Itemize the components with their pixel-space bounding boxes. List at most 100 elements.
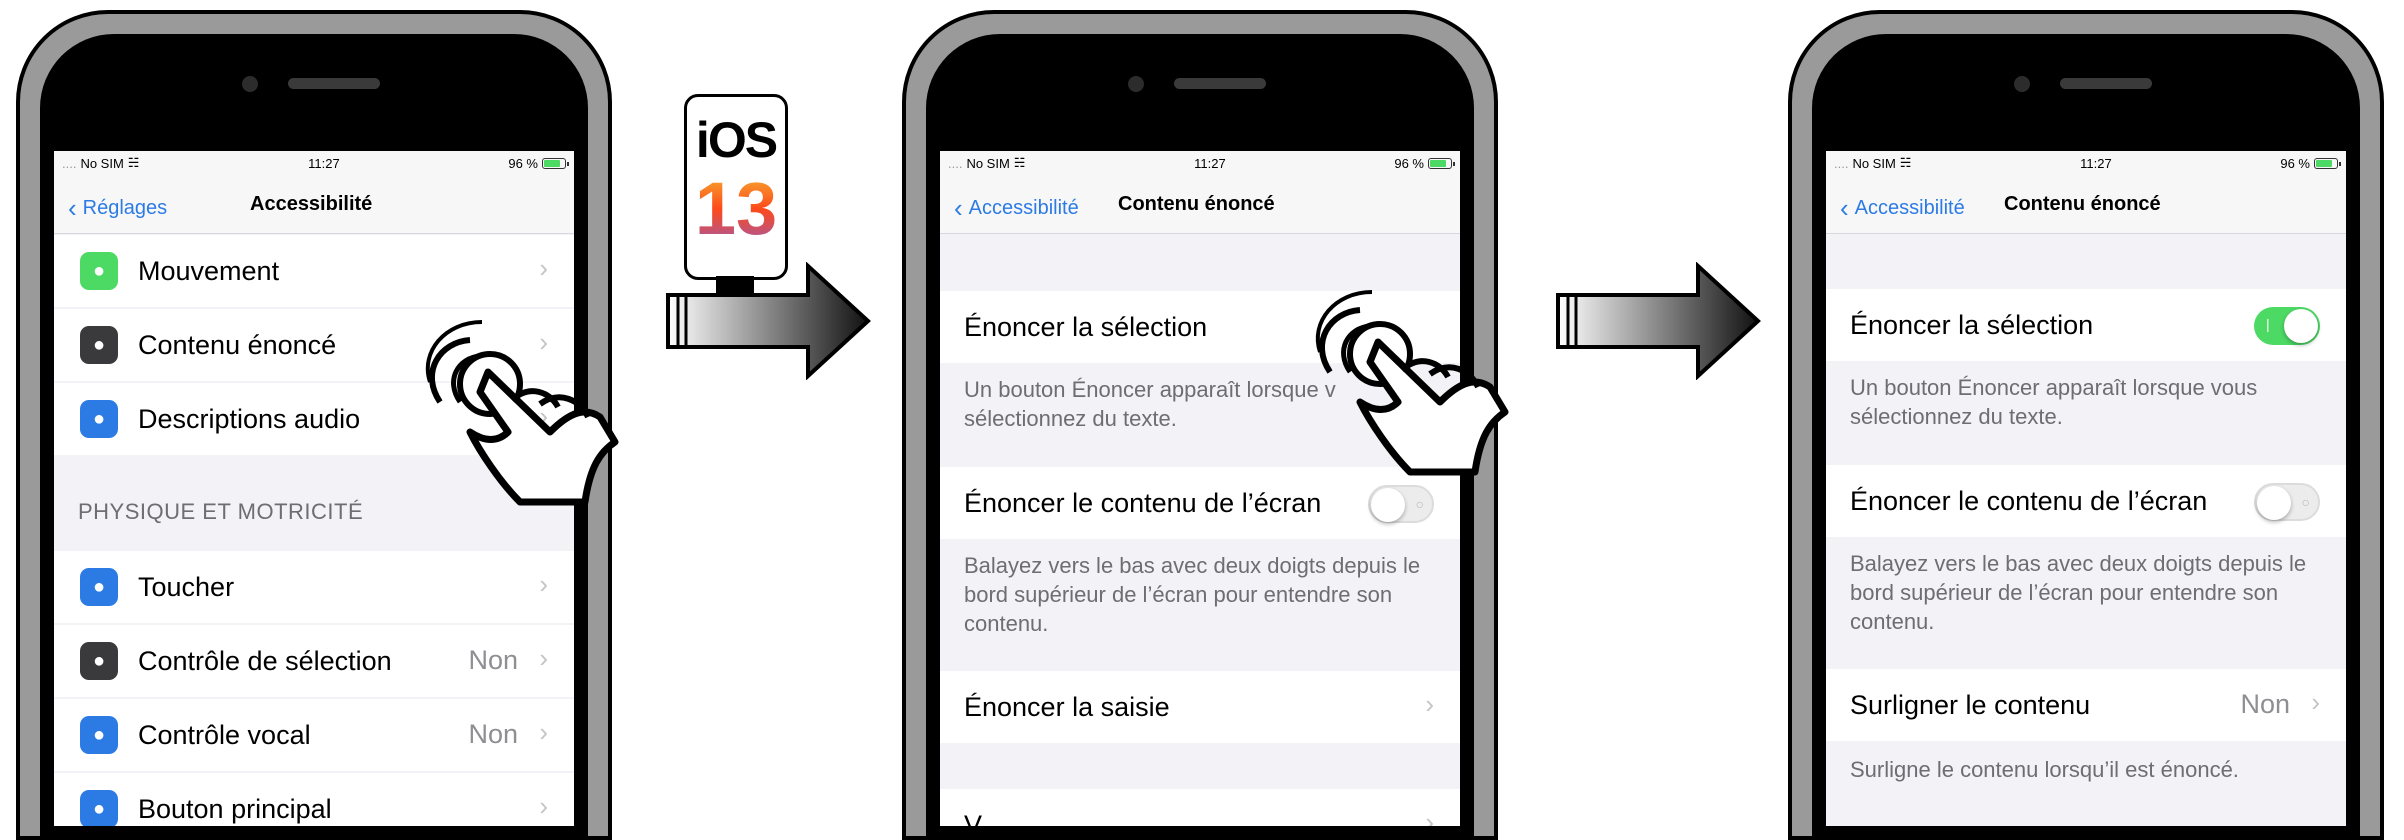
row-label: Descriptions audio bbox=[138, 403, 361, 434]
chevron-right-icon: › bbox=[1425, 807, 1434, 826]
carrier-label: No SIM bbox=[80, 155, 124, 171]
settings-row[interactable]: ● Toucher › bbox=[54, 551, 574, 623]
toggle-knob bbox=[2284, 309, 2318, 343]
chevron-right-icon: › bbox=[539, 643, 548, 673]
status-bar: .... No SIM ☵ 11:27 96 % bbox=[940, 151, 1460, 175]
page-title: Accessibilité bbox=[250, 193, 373, 215]
speak-screen-toggle[interactable]: ○ bbox=[1368, 485, 1434, 523]
row-label: Bouton principal bbox=[138, 793, 332, 824]
battery-icon bbox=[541, 157, 569, 169]
row-label: Énoncer la saisie bbox=[964, 691, 1170, 722]
row-label: Surligner le contenu bbox=[1850, 689, 2091, 720]
back-button[interactable]: ‹ Accessibilité bbox=[1840, 193, 1965, 224]
navigation-bar: ‹ Accessibilité Contenu énoncé bbox=[1826, 175, 2346, 234]
carrier-label: No SIM bbox=[966, 155, 1010, 171]
arrow-right-icon bbox=[666, 262, 871, 380]
page-title: Contenu énoncé bbox=[1118, 193, 1275, 215]
back-button[interactable]: ‹ Accessibilité bbox=[954, 193, 1079, 224]
front-camera bbox=[242, 76, 258, 92]
touch-icon: ● bbox=[80, 568, 118, 606]
row-label: Énoncer le contenu de l’écran bbox=[964, 487, 1322, 518]
row-label: Toucher bbox=[138, 571, 235, 602]
signal-dots-icon: .... bbox=[1834, 155, 1849, 171]
row-label: Contenu énoncé bbox=[138, 329, 337, 360]
chevron-left-icon: ‹ bbox=[1840, 193, 1849, 223]
battery-percent: 96 % bbox=[2280, 155, 2310, 171]
speak-screen-footer: Balayez vers le bas avec deux doigts dep… bbox=[964, 553, 1421, 636]
chevron-right-icon: › bbox=[539, 717, 548, 747]
toggle-off-mark-icon: ○ bbox=[2301, 494, 2310, 510]
chevron-left-icon: ‹ bbox=[68, 193, 77, 223]
toggle-off-mark-icon: ○ bbox=[1415, 496, 1424, 512]
speak-selection-footer: Un bouton Énoncer apparaît lorsque vous … bbox=[1850, 375, 2258, 429]
section-header: PHYSIQUE ET MOTRICITÉ bbox=[78, 499, 364, 524]
row-label: Mouvement bbox=[138, 255, 280, 286]
navigation-bar: ‹ Réglages Accessibilité bbox=[54, 175, 574, 234]
ios13-badge: iOS 13 bbox=[684, 94, 788, 280]
switch-control-icon: ● bbox=[80, 642, 118, 680]
chevron-right-icon: › bbox=[539, 253, 548, 283]
chevron-left-icon: ‹ bbox=[954, 193, 963, 223]
spoken-content-icon: ● bbox=[80, 326, 118, 364]
ios-label: iOS bbox=[695, 112, 778, 168]
row-value: Non bbox=[2240, 689, 2290, 719]
row-label: V bbox=[964, 809, 983, 827]
row-label: Énoncer la sélection bbox=[964, 311, 1208, 342]
front-camera bbox=[2014, 76, 2030, 92]
toggle-knob bbox=[2257, 486, 2291, 520]
speak-screen-footer: Balayez vers le bas avec deux doigts dep… bbox=[1850, 551, 2307, 634]
chevron-right-icon: › bbox=[1425, 689, 1434, 719]
back-label: Réglages bbox=[82, 197, 168, 219]
status-time: 11:27 bbox=[2080, 155, 2112, 171]
battery-icon bbox=[1427, 157, 1455, 169]
status-bar: .... No SIM ☵ 11:27 96 % bbox=[54, 151, 574, 175]
speak-selection-row[interactable]: Énoncer la sélection | bbox=[1826, 289, 2346, 361]
typing-feedback-row[interactable]: Énoncer la saisie › bbox=[940, 671, 1460, 743]
tap-gesture-hand-icon bbox=[425, 320, 619, 506]
screen-spoken-content: .... No SIM ☵ 11:27 96 % ‹ Accessibilité Co… bbox=[940, 151, 1460, 826]
earpiece-speaker bbox=[2060, 78, 2152, 89]
speak-screen-toggle[interactable]: ○ bbox=[2254, 483, 2320, 521]
status-time: 11:27 bbox=[1194, 155, 1226, 171]
earpiece-speaker bbox=[1174, 78, 1266, 89]
screen-spoken-content-enabled: .... No SIM ☵ 11:27 96 % ‹ Accessibilité Co… bbox=[1826, 151, 2346, 826]
speak-screen-row[interactable]: Énoncer le contenu de l’écran ○ bbox=[1826, 465, 2346, 537]
speak-selection-toggle[interactable]: | bbox=[2254, 307, 2320, 345]
carrier-label: No SIM bbox=[1852, 155, 1896, 171]
page-title: Contenu énoncé bbox=[2004, 193, 2161, 215]
highlight-content-row[interactable]: Surligner le contenu Non › bbox=[1826, 669, 2346, 741]
earpiece-speaker bbox=[288, 78, 380, 89]
row-label: Contrôle vocal bbox=[138, 719, 311, 750]
row-label: Contrôle de sélection bbox=[138, 645, 392, 676]
row-label: Énoncer le contenu de l’écran bbox=[1850, 485, 2208, 516]
settings-row[interactable]: ● Contrôle de sélection Non › bbox=[54, 625, 574, 697]
status-bar: .... No SIM ☵ 11:27 96 % bbox=[1826, 151, 2346, 175]
battery-percent: 96 % bbox=[508, 155, 538, 171]
arrow-right-icon bbox=[1556, 262, 1761, 380]
signal-dots-icon: .... bbox=[948, 155, 963, 171]
audio-description-icon: ● bbox=[80, 400, 118, 438]
row-label: Énoncer la sélection bbox=[1850, 309, 2094, 340]
back-button[interactable]: ‹ Réglages bbox=[68, 193, 167, 224]
motion-icon: ● bbox=[80, 252, 118, 290]
wifi-icon: ☵ bbox=[1013, 155, 1026, 170]
voice-control-icon: ● bbox=[80, 716, 118, 754]
status-time: 11:27 bbox=[308, 155, 340, 171]
toggle-knob bbox=[1371, 488, 1405, 522]
settings-row[interactable]: ● Contrôle vocal Non › bbox=[54, 699, 574, 771]
back-label: Accessibilité bbox=[968, 197, 1079, 219]
wifi-icon: ☵ bbox=[1899, 155, 1912, 170]
row-value: Non bbox=[468, 645, 518, 675]
highlight-content-footer: Surligne le contenu lorsqu’il est énoncé… bbox=[1850, 757, 2239, 782]
ios-version: 13 bbox=[687, 169, 785, 249]
battery-percent: 96 % bbox=[1394, 155, 1424, 171]
wifi-icon: ☵ bbox=[127, 155, 140, 170]
signal-dots-icon: .... bbox=[62, 155, 77, 171]
home-button-icon: ● bbox=[80, 790, 118, 826]
battery-icon bbox=[2313, 157, 2341, 169]
chevron-right-icon: › bbox=[539, 791, 548, 821]
voices-row[interactable]: V › bbox=[940, 789, 1460, 826]
chevron-right-icon: › bbox=[2311, 687, 2320, 717]
toggle-on-mark-icon: | bbox=[2266, 316, 2270, 332]
settings-row[interactable]: ● Bouton principal › bbox=[54, 773, 574, 826]
